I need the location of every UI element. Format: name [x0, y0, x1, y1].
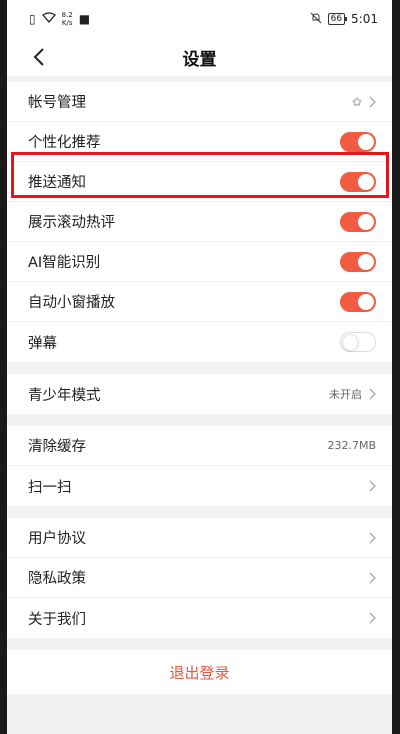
bottom-area	[7, 694, 392, 734]
row-push-notification: 推送通知	[7, 162, 392, 202]
chevron-right-icon	[368, 572, 376, 584]
mute-icon	[310, 12, 322, 27]
settings-group-legal: 用户协议 隐私政策 关于我们	[7, 518, 392, 638]
row-danmaku: 弹幕	[7, 322, 392, 362]
row-right: 未开启	[329, 386, 376, 402]
row-youth-mode[interactable]: 青少年模式 未开启	[7, 374, 392, 414]
chevron-right-icon	[368, 532, 376, 544]
battery-icon: 66	[327, 13, 348, 25]
row-about-us[interactable]: 关于我们	[7, 598, 392, 638]
toggle-knob	[358, 293, 374, 310]
divider	[7, 414, 392, 426]
settings-group-youth: 青少年模式 未开启	[7, 374, 392, 414]
row-personalized-recommendation: 个性化推荐	[7, 122, 392, 162]
row-clear-cache[interactable]: 清除缓存 232.7MB	[7, 426, 392, 466]
toggle-knob	[358, 253, 374, 270]
row-right: ✿	[352, 95, 376, 109]
divider	[7, 506, 392, 518]
clock: 5:01	[351, 12, 378, 26]
row-label: 扫一扫	[28, 479, 72, 496]
toggle-ai-recognition[interactable]	[340, 251, 376, 272]
row-privacy-policy[interactable]: 隐私政策	[7, 558, 392, 598]
settings-group-general: 帐号管理 ✿ 个性化推荐 推送通知 展示滚动热评 AI智能识别 自动小窗播放 弹…	[7, 82, 392, 362]
row-scrolling-hot-comments: 展示滚动热评	[7, 202, 392, 242]
toggle-knob	[342, 334, 359, 351]
divider	[7, 638, 392, 650]
youth-mode-status: 未开启	[329, 388, 362, 401]
row-label: AI智能识别	[28, 255, 101, 271]
status-left: ▯ 8.2 K/s ■	[29, 11, 90, 27]
speed-unit: K/s	[61, 19, 73, 27]
toggle-knob	[358, 133, 374, 150]
cache-size: 232.7MB	[327, 439, 376, 452]
toggle-push-notification[interactable]	[340, 171, 376, 192]
row-label: 青少年模式	[28, 387, 101, 404]
row-label: 自动小窗播放	[28, 295, 115, 311]
row-label: 清除缓存	[28, 439, 86, 455]
status-right: 66 5:01	[310, 12, 378, 27]
row-right: 232.7MB	[327, 439, 376, 452]
chevron-left-icon	[33, 48, 44, 66]
toggle-knob	[358, 173, 374, 190]
toggle-knob	[358, 213, 374, 230]
row-label: 用户协议	[28, 531, 86, 547]
chevron-right-icon	[368, 612, 376, 624]
wifi-icon	[41, 12, 56, 26]
row-label: 弹幕	[28, 335, 57, 352]
row-ai-recognition: AI智能识别	[7, 242, 392, 282]
paw-icon: ✿	[351, 94, 362, 109]
page-title: 设置	[182, 49, 217, 70]
row-auto-mini-window: 自动小窗播放	[7, 282, 392, 322]
row-label: 隐私政策	[28, 571, 86, 587]
row-account-management[interactable]: 帐号管理 ✿	[7, 82, 392, 122]
settings-group-tools: 清除缓存 232.7MB 扫一扫	[7, 426, 392, 506]
toggle-personalized-recommendation[interactable]	[340, 131, 376, 152]
row-label: 推送通知	[28, 175, 86, 191]
row-label: 帐号管理	[28, 95, 86, 111]
toggle-scrolling-hot-comments[interactable]	[340, 211, 376, 232]
nav-bar: 设置	[7, 38, 392, 76]
row-scan[interactable]: 扫一扫	[7, 466, 392, 506]
settings-screen: ▯ 8.2 K/s ■ 66 5:01 设置 帐号管理 ✿ 个性化推荐 推送通知…	[7, 0, 392, 734]
chevron-right-icon	[368, 480, 376, 492]
row-user-agreement[interactable]: 用户协议	[7, 518, 392, 558]
toggle-auto-mini-window[interactable]	[340, 291, 376, 312]
back-button[interactable]	[27, 43, 51, 71]
speed-value: 8.2	[61, 11, 73, 19]
row-label: 关于我们	[28, 611, 86, 628]
row-label: 展示滚动热评	[28, 215, 115, 231]
sim-icon: ▯	[29, 12, 36, 26]
logout-button[interactable]: 退出登录	[7, 650, 392, 694]
status-bar: ▯ 8.2 K/s ■ 66 5:01	[7, 0, 392, 38]
row-label: 个性化推荐	[28, 135, 101, 151]
notification-icon: ■	[78, 12, 91, 26]
chevron-right-icon	[368, 96, 376, 108]
network-speed: 8.2 K/s	[62, 11, 73, 27]
chevron-right-icon	[368, 388, 376, 400]
divider	[7, 362, 392, 374]
toggle-danmaku[interactable]	[340, 332, 376, 352]
